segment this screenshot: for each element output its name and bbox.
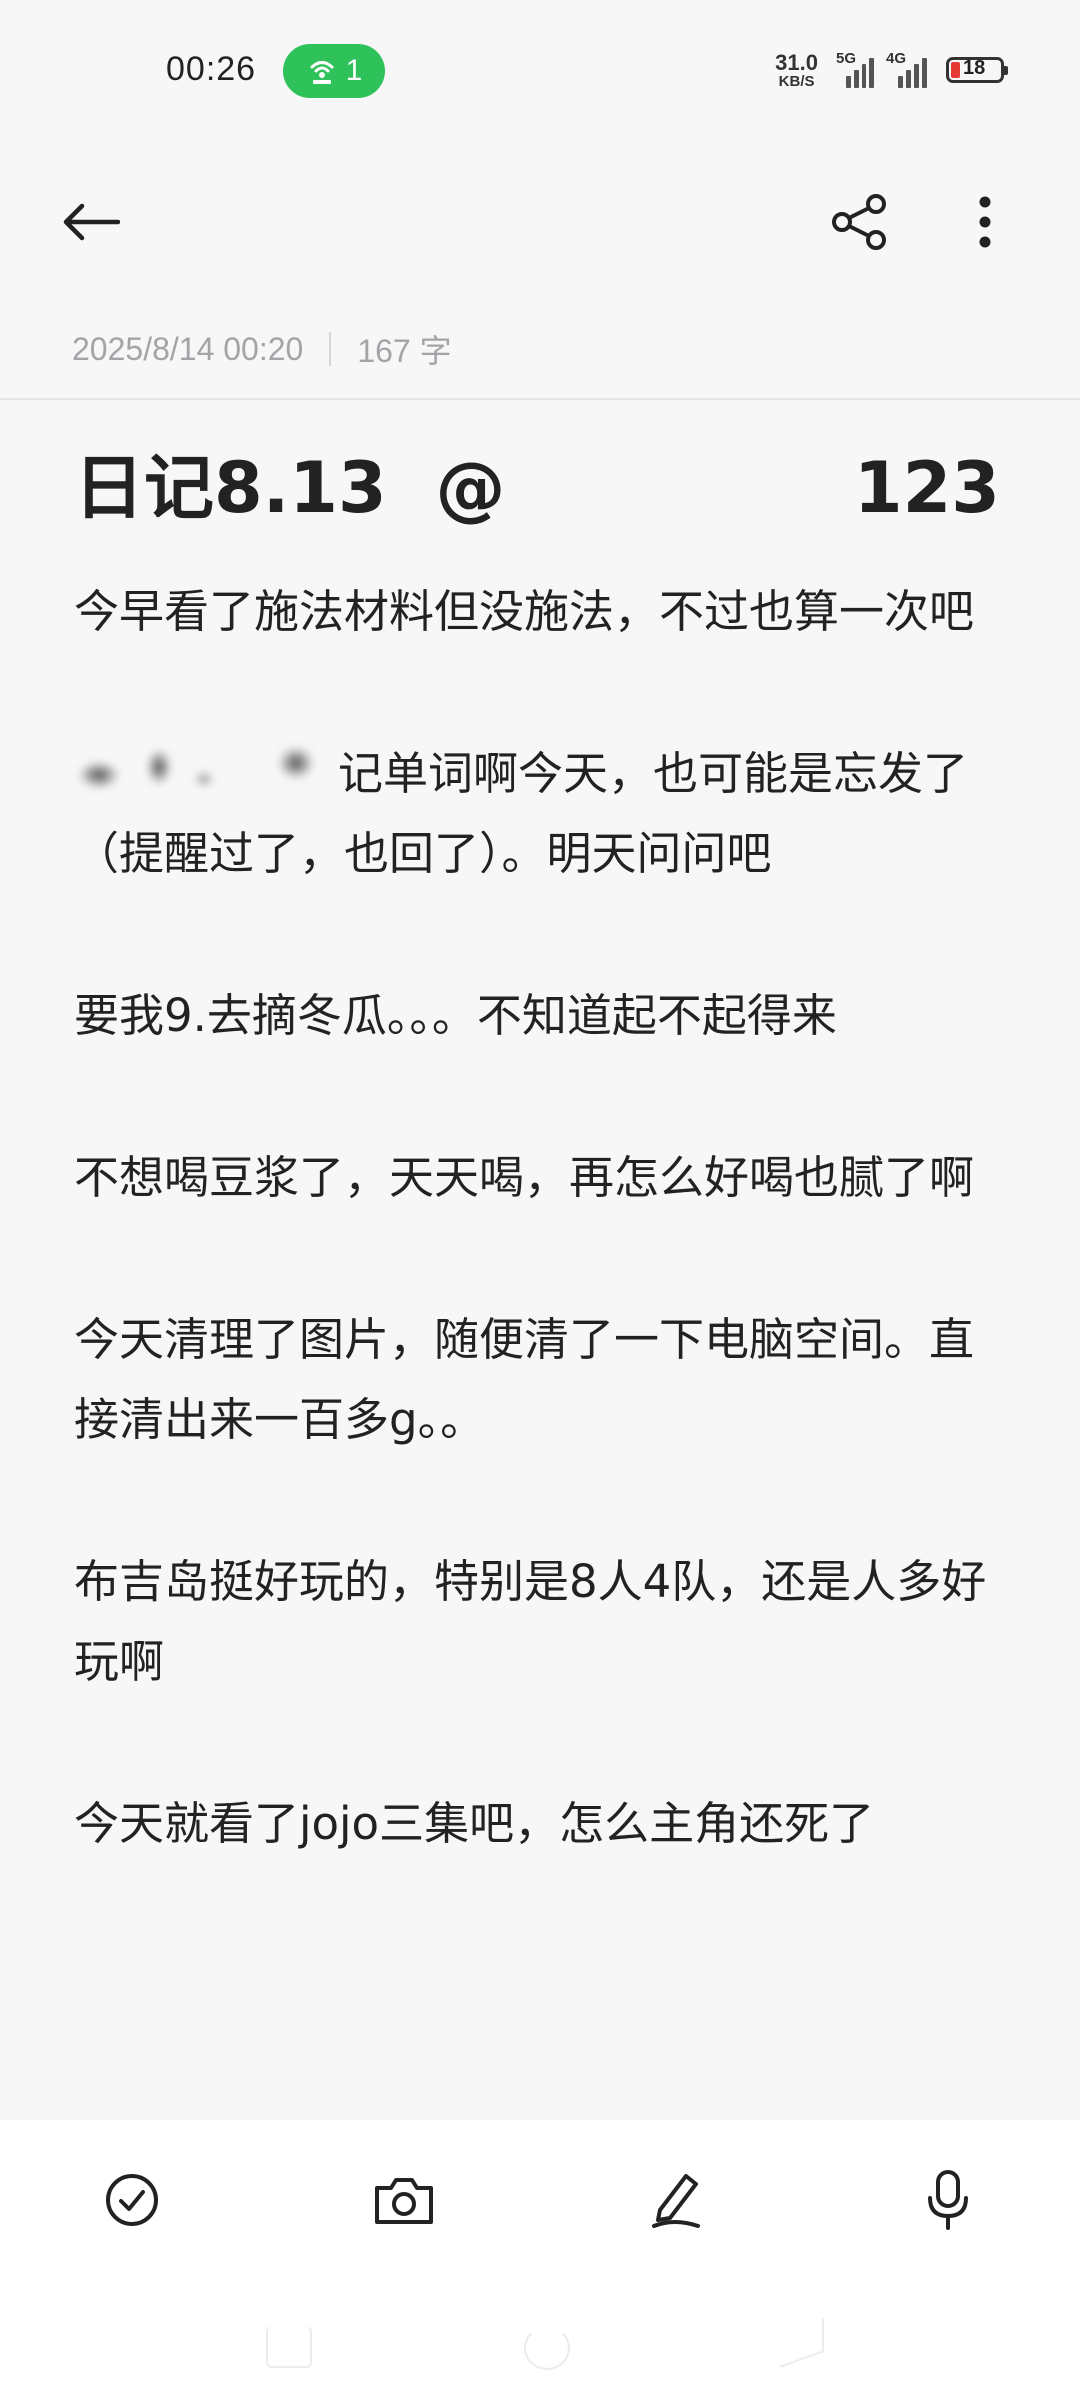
signal-5g-icon: 5G (830, 50, 874, 88)
battery-level: 18 (963, 57, 986, 79)
battery-icon: 18 (946, 57, 1008, 83)
signal-5g-label: 5G (836, 50, 857, 67)
network-speed: 31.0 KB/S (775, 49, 818, 90)
more-vertical-icon (979, 196, 991, 248)
status-indicators: 31.0 KB/S 5G 4G 18 (775, 48, 1008, 92)
note-title[interactable]: 日记8.13 @ 123 (74, 442, 1000, 534)
status-time: 00:26 (166, 50, 257, 88)
note-paragraph: 要我9.去摘冬瓜。。。不知道起不起得来 (74, 989, 837, 1042)
battery-fill (951, 62, 960, 78)
checklist-button[interactable] (96, 2164, 168, 2236)
recent-apps-nav-icon[interactable] (266, 2326, 312, 2368)
status-bar: 00:26 1 31.0 KB/S 5G 4G 18 (0, 0, 1080, 140)
microphone-icon (928, 2170, 968, 2230)
arrow-left-icon (63, 203, 120, 241)
note-meta: 2025/8/14 00:20 167 字 (72, 326, 452, 372)
network-speed-unit: KB/S (778, 72, 815, 90)
network-speed-value: 31.0 (775, 49, 818, 75)
notes-app-screen: 00:26 1 31.0 KB/S 5G 4G 18 2025/8/14 00:… (0, 0, 1080, 2400)
note-body[interactable]: 今早看了施法材料但没施法，不过也算一次吧 记单词啊今天，也可能是忘发了（提醒过了… (74, 572, 1004, 1946)
note-word-count: 167 字 (357, 333, 452, 369)
camera-icon (375, 2178, 433, 2224)
checklist-icon (106, 2174, 158, 2226)
redacted-blur (74, 741, 338, 797)
hotspot-icon (310, 61, 334, 84)
note-paragraph: 布吉岛挺好玩的，特别是8人4队，还是人多好玩啊 (74, 1555, 987, 1688)
note-title-right: 123 (853, 447, 1000, 529)
share-icon (832, 194, 886, 250)
voice-input-button[interactable] (912, 2164, 984, 2236)
handwriting-button[interactable] (640, 2164, 712, 2236)
signal-4g-icon: 4G (886, 50, 934, 88)
more-options-button[interactable] (960, 190, 1010, 254)
camera-button[interactable] (368, 2164, 440, 2236)
note-paragraph: 今天清理了图片，随便清了一下电脑空间。直接清出来一百多g。。 (74, 1313, 975, 1446)
share-button[interactable] (828, 190, 892, 254)
note-paragraph-redacted: 记单词啊今天，也可能是忘发了（提醒过了，也回了）。明天问问吧 (74, 734, 1004, 894)
meta-separator (329, 332, 332, 366)
note-paragraph: 不想喝豆浆了，天天喝，再怎么好喝也腻了啊 (74, 1151, 975, 1204)
note-paragraph: 今早看了施法材料但没施法，不过也算一次吧 (74, 585, 975, 638)
hotspot-indicator[interactable]: 1 (283, 44, 385, 98)
note-title-text: 日记8.13 @ (74, 447, 506, 529)
back-button[interactable] (62, 192, 132, 252)
hotspot-count: 1 (345, 54, 363, 87)
note-datetime: 2025/8/14 00:20 (72, 330, 304, 367)
note-paragraph: 今天就看了jojo三集吧，怎么主角还死了 (74, 1797, 875, 1850)
signal-4g-label: 4G (886, 50, 907, 67)
home-nav-icon[interactable] (524, 2326, 570, 2370)
pen-icon (652, 2174, 700, 2228)
header-divider (0, 398, 1080, 400)
